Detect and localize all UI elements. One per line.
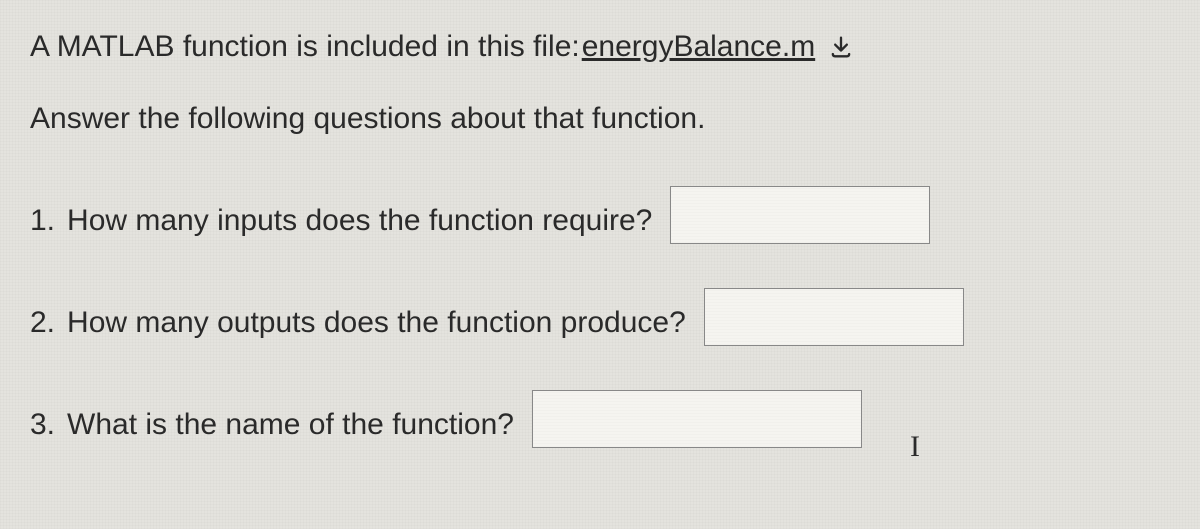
q2-text: How many outputs does the function produ… <box>67 306 686 340</box>
question-row-1: 1. How many inputs does the function req… <box>30 186 1170 238</box>
instruction-text: Answer the following questions about tha… <box>30 102 1170 136</box>
question-row-3: 3. What is the name of the function? I <box>30 390 1170 442</box>
intro-line: A MATLAB function is included in this fi… <box>30 30 1170 64</box>
q3-input[interactable] <box>532 390 862 448</box>
q1-number: 1. <box>30 204 55 238</box>
file-link[interactable]: energyBalance.m <box>582 30 815 64</box>
q3-number: 3. <box>30 408 55 442</box>
q2-number: 2. <box>30 306 55 340</box>
q2-input[interactable] <box>704 288 964 346</box>
q1-input[interactable] <box>670 186 930 244</box>
intro-prefix: A MATLAB function is included in this fi… <box>30 30 580 64</box>
q1-text: How many inputs does the function requir… <box>67 204 652 238</box>
q3-text: What is the name of the function? <box>67 408 514 442</box>
download-icon[interactable] <box>827 33 855 61</box>
text-cursor-icon: I <box>910 430 920 464</box>
question-row-2: 2. How many outputs does the function pr… <box>30 288 1170 340</box>
